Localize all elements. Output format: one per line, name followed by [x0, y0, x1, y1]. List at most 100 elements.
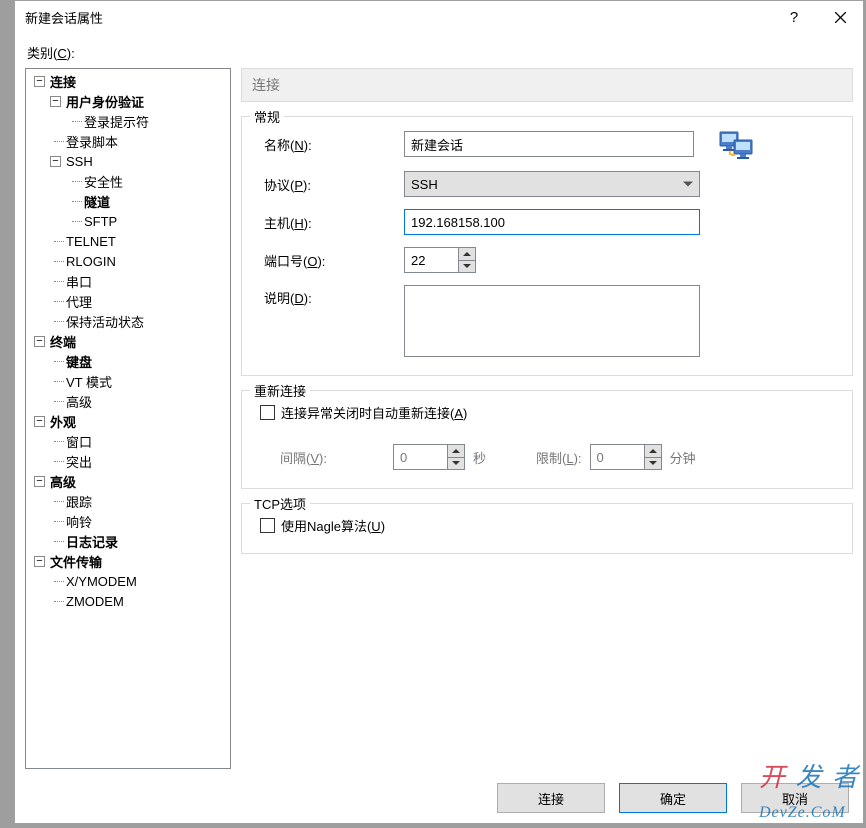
tree-line-icon — [46, 351, 64, 371]
tree-item-ssh[interactable]: − SSH — [28, 151, 230, 171]
tree-item-trace[interactable]: 跟踪 — [28, 491, 230, 511]
tree-line-icon — [46, 371, 64, 391]
tree-item-sftp[interactable]: SFTP — [28, 211, 230, 231]
tree-item-login-prompt[interactable]: 登录提示符 — [28, 111, 230, 131]
interval-input[interactable] — [393, 444, 447, 470]
tree-line-icon — [64, 191, 82, 211]
tree-line-icon — [46, 271, 64, 291]
general-legend: 常规 — [250, 107, 284, 126]
host-label: 主机(H): — [256, 213, 404, 232]
tree-item-bell[interactable]: 响铃 — [28, 511, 230, 531]
tree-line-icon — [46, 511, 64, 531]
collapse-icon[interactable]: − — [34, 336, 45, 347]
auto-reconnect-checkbox[interactable] — [260, 405, 275, 420]
chevron-down-icon — [683, 182, 693, 187]
limit-label: 限制(L): — [536, 448, 582, 467]
tree-item-advanced[interactable]: − 高级 — [28, 471, 230, 491]
spin-down-icon[interactable] — [645, 458, 661, 470]
spin-down-icon[interactable] — [459, 261, 475, 273]
spin-down-icon[interactable] — [448, 458, 464, 470]
close-icon — [835, 12, 846, 23]
tree-line-icon — [46, 591, 64, 611]
tree-line-icon — [46, 491, 64, 511]
tree-item-vt-mode[interactable]: VT 模式 — [28, 371, 230, 391]
tree-item-logging[interactable]: 日志记录 — [28, 531, 230, 551]
interval-spinner[interactable] — [393, 444, 465, 470]
spin-up-icon[interactable] — [459, 248, 475, 261]
nagle-checkbox[interactable] — [260, 518, 275, 533]
tree-line-icon — [46, 231, 64, 251]
tree-line-icon — [46, 451, 64, 471]
help-button[interactable]: ? — [771, 1, 817, 33]
spin-up-icon[interactable] — [645, 445, 661, 458]
protocol-value: SSH — [411, 177, 438, 192]
tree-item-terminal-advanced[interactable]: 高级 — [28, 391, 230, 411]
auto-reconnect-label: 连接异常关闭时自动重新连接(A) — [281, 403, 467, 422]
spin-up-icon[interactable] — [448, 445, 464, 458]
limit-unit: 分钟 — [670, 448, 696, 467]
tree-item-telnet[interactable]: TELNET — [28, 231, 230, 251]
tree-line-icon — [46, 431, 64, 451]
tree-item-file-transfer[interactable]: − 文件传输 — [28, 551, 230, 571]
tree-item-rlogin[interactable]: RLOGIN — [28, 251, 230, 271]
tree-item-tunnel[interactable]: 隧道 — [28, 191, 230, 211]
tree-item-proxy[interactable]: 代理 — [28, 291, 230, 311]
tree-line-icon — [46, 391, 64, 411]
category-tree[interactable]: − 连接 − 用户身份验证 登录提示符 — [25, 68, 231, 769]
limit-input[interactable] — [590, 444, 644, 470]
cancel-button[interactable]: 取消 — [741, 783, 849, 813]
tree-item-serial[interactable]: 串口 — [28, 271, 230, 291]
tree-line-icon — [46, 131, 64, 151]
protocol-label: 协议(P): — [256, 175, 404, 194]
nagle-label: 使用Nagle算法(U) — [281, 516, 385, 535]
collapse-icon[interactable]: − — [34, 416, 45, 427]
limit-spin-buttons[interactable] — [644, 444, 662, 470]
protocol-select[interactable]: SSH — [404, 171, 700, 197]
tree-item-login-script[interactable]: 登录脚本 — [28, 131, 230, 151]
tree-item-terminal[interactable]: − 终端 — [28, 331, 230, 351]
tree-item-appearance[interactable]: − 外观 — [28, 411, 230, 431]
interval-unit: 秒 — [473, 448, 486, 467]
tree-line-icon — [64, 171, 82, 191]
tree-line-icon — [64, 211, 82, 231]
connect-button[interactable]: 连接 — [497, 783, 605, 813]
collapse-icon[interactable]: − — [34, 476, 45, 487]
tcp-legend: TCP选项 — [250, 494, 310, 513]
interval-label: 间隔(V): — [280, 448, 327, 467]
port-label: 端口号(O): — [256, 251, 404, 270]
tree-item-security[interactable]: 安全性 — [28, 171, 230, 191]
tree-line-icon — [64, 111, 82, 131]
collapse-icon[interactable]: − — [34, 76, 45, 87]
tree-item-keyboard[interactable]: 键盘 — [28, 351, 230, 371]
tree-item-xymodem[interactable]: X/YMODEM — [28, 571, 230, 591]
port-input[interactable] — [404, 247, 458, 273]
tree-item-connection[interactable]: − 连接 — [28, 71, 230, 91]
tree-item-highlight[interactable]: 突出 — [28, 451, 230, 471]
tree-item-keepalive[interactable]: 保持活动状态 — [28, 311, 230, 331]
tree-line-icon — [46, 571, 64, 591]
port-spinner[interactable] — [404, 247, 476, 273]
tcp-group: TCP选项 使用Nagle算法(U) — [241, 503, 853, 554]
session-icon — [716, 129, 756, 159]
settings-panel: 连接 常规 名称(N): — [241, 68, 853, 769]
limit-spinner[interactable] — [590, 444, 662, 470]
name-label: 名称(N): — [256, 135, 404, 154]
collapse-icon[interactable]: − — [50, 156, 61, 167]
name-input[interactable] — [404, 131, 694, 157]
interval-spin-buttons[interactable] — [447, 444, 465, 470]
tree-item-user-auth[interactable]: − 用户身份验证 — [28, 91, 230, 111]
window-title: 新建会话属性 — [25, 8, 771, 27]
close-button[interactable] — [817, 1, 863, 33]
tree-item-zmodem[interactable]: ZMODEM — [28, 591, 230, 611]
host-input[interactable] — [404, 209, 700, 235]
title-bar: 新建会话属性 ? — [15, 1, 863, 33]
general-group: 常规 名称(N): — [241, 116, 853, 376]
ok-button[interactable]: 确定 — [619, 783, 727, 813]
collapse-icon[interactable]: − — [50, 96, 61, 107]
tree-item-window[interactable]: 窗口 — [28, 431, 230, 451]
description-label: 说明(D): — [256, 285, 404, 307]
collapse-icon[interactable]: − — [34, 556, 45, 567]
port-spin-buttons[interactable] — [458, 247, 476, 273]
dialog-window: 新建会话属性 ? 类别(C): − 连接 — [14, 0, 864, 824]
description-textarea[interactable] — [404, 285, 700, 357]
